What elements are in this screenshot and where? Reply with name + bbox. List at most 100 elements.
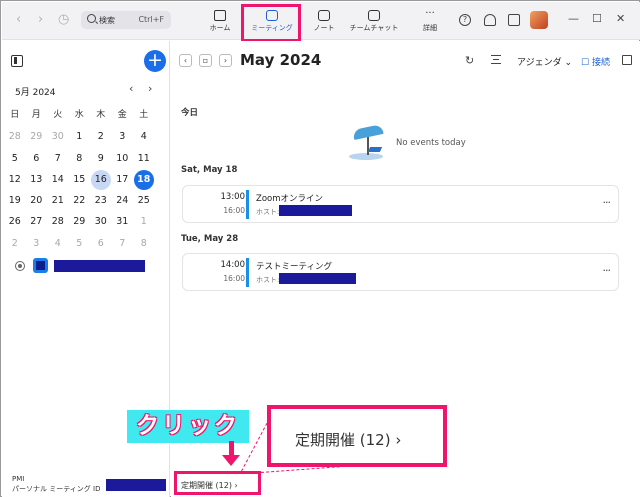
- prev-month-icon[interactable]: ‹: [129, 82, 133, 95]
- calendar-week: 26 27 28 29 30 31 1: [4, 211, 162, 232]
- sidebar-toggle-icon[interactable]: [11, 55, 23, 67]
- calendar-day[interactable]: 20: [26, 190, 48, 211]
- search-box[interactable]: 検索 Ctrl+F: [81, 11, 171, 29]
- calendar-day[interactable]: 5: [4, 148, 26, 169]
- search-placeholder: 検索: [99, 16, 115, 25]
- calendar-day[interactable]: 6: [90, 233, 112, 254]
- calendar-day[interactable]: 14: [47, 169, 69, 190]
- event-end-time: 16:00: [223, 274, 245, 283]
- view-selector[interactable]: アジェンダ ⌄: [517, 55, 572, 68]
- pmi-label: PMI: [12, 475, 25, 483]
- calendar-day-selected[interactable]: 16: [90, 169, 112, 190]
- event-title: Zoomオンライン: [256, 194, 324, 204]
- calendar-day[interactable]: 7: [47, 148, 69, 169]
- date-heading: Sat, May 18: [181, 165, 238, 175]
- calendar-week: 28 29 30 1 2 3 4: [4, 126, 162, 147]
- tab-more-label: 詳細: [423, 24, 437, 32]
- calendar-day[interactable]: 17: [112, 169, 134, 190]
- click-callout-label: クリック: [127, 410, 249, 443]
- more-options-icon[interactable]: ···: [603, 196, 611, 209]
- view-selector-label: アジェンダ: [517, 58, 562, 68]
- illustration-ground: [349, 153, 383, 160]
- event-card[interactable]: 14:00 16:00 テストミーティング ホスト: ···: [182, 253, 619, 291]
- next-period-icon[interactable]: ›: [219, 54, 232, 67]
- search-shortcut: Ctrl+F: [138, 15, 164, 24]
- help-icon[interactable]: ?: [459, 14, 471, 26]
- zoom-callout-text: 定期開催 (12) ›: [295, 431, 402, 449]
- forward-icon[interactable]: ›: [38, 12, 43, 27]
- next-month-icon[interactable]: ›: [148, 82, 152, 95]
- calendar-day[interactable]: 23: [90, 190, 112, 211]
- account-radio[interactable]: [15, 261, 25, 271]
- calendar-day[interactable]: 12: [4, 169, 26, 190]
- calendar-day[interactable]: 1: [133, 211, 155, 232]
- calendar-day[interactable]: 30: [47, 126, 69, 147]
- more-icon: ···: [425, 8, 435, 19]
- close-icon[interactable]: ✕: [616, 12, 625, 25]
- calendar-day[interactable]: 21: [47, 190, 69, 211]
- open-external-icon[interactable]: [622, 55, 632, 65]
- maximize-icon[interactable]: ☐: [592, 12, 602, 25]
- calendar-day[interactable]: 8: [133, 233, 155, 254]
- bell-icon[interactable]: [484, 14, 496, 26]
- refresh-icon[interactable]: ↻: [465, 54, 474, 67]
- calendar-day[interactable]: 13: [26, 169, 48, 190]
- home-icon: [214, 10, 226, 21]
- mini-calendar: 日 月 火 水 木 金 土 28 29 30 1 2 3 4 5 6 7 8 9…: [4, 105, 162, 254]
- weekday-label: 金: [117, 110, 127, 120]
- more-options-icon[interactable]: ···: [603, 264, 611, 277]
- calendar-day[interactable]: 15: [69, 169, 91, 190]
- calendar-day[interactable]: 25: [133, 190, 155, 211]
- calendar-day[interactable]: 3: [26, 233, 48, 254]
- calendar-day[interactable]: 10: [112, 148, 134, 169]
- calendar-day[interactable]: 30: [90, 211, 112, 232]
- calendar-day[interactable]: 11: [133, 148, 155, 169]
- calendar-day-today[interactable]: 18: [133, 169, 155, 190]
- calendar-day[interactable]: 29: [69, 211, 91, 232]
- calendar-day[interactable]: 8: [69, 148, 91, 169]
- tab-more[interactable]: ··· 詳細: [404, 6, 456, 36]
- calendar-day[interactable]: 5: [69, 233, 91, 254]
- weekday-label: 木: [96, 110, 106, 120]
- add-meeting-button[interactable]: +: [144, 50, 166, 72]
- minimize-icon[interactable]: —: [568, 12, 579, 25]
- calendar-day[interactable]: 22: [69, 190, 91, 211]
- calendar-day[interactable]: 9: [90, 148, 112, 169]
- month-title: May 2024: [240, 51, 322, 69]
- calendar-day[interactable]: 3: [112, 126, 134, 147]
- app-window: ‹ › ◷ 検索 Ctrl+F ホーム ミーティング ノート チームチャット ·…: [0, 0, 640, 497]
- whiteboard-icon[interactable]: [508, 14, 520, 26]
- tab-notes[interactable]: ノート: [298, 6, 350, 36]
- tab-home-label: ホーム: [209, 24, 231, 32]
- calendar-day[interactable]: 2: [90, 126, 112, 147]
- calendar-day[interactable]: 29: [26, 126, 48, 147]
- avatar[interactable]: [530, 11, 548, 29]
- calendar-day[interactable]: 7: [112, 233, 134, 254]
- connect-button[interactable]: ☐ 接続: [581, 55, 610, 68]
- tab-team-chat[interactable]: チームチャット: [348, 6, 400, 36]
- calendar-day[interactable]: 1: [69, 126, 91, 147]
- calendar-day[interactable]: 19: [4, 190, 26, 211]
- calendar-day-selected-label: 16: [90, 169, 111, 190]
- calendar-day[interactable]: 26: [4, 211, 26, 232]
- calendar-day[interactable]: 2: [4, 233, 26, 254]
- back-icon[interactable]: ‹: [16, 12, 21, 27]
- event-card[interactable]: 13:00 16:00 Zoomオンライン ホスト: ···: [182, 185, 619, 223]
- zoom-callout-label: 定期開催 (12): [295, 431, 391, 449]
- event-end-time: 16:00: [223, 206, 245, 215]
- calendar-day[interactable]: 28: [47, 211, 69, 232]
- filter-icon[interactable]: [491, 55, 501, 64]
- calendar-day[interactable]: 28: [4, 126, 26, 147]
- calendar-account-row[interactable]: [14, 258, 164, 274]
- prev-period-icon[interactable]: ‹: [179, 54, 192, 67]
- calendar-day[interactable]: 27: [26, 211, 48, 232]
- calendar-day[interactable]: 6: [26, 148, 48, 169]
- calendar-day[interactable]: 4: [47, 233, 69, 254]
- history-icon[interactable]: ◷: [58, 12, 69, 27]
- search-icon: [87, 14, 96, 23]
- calendar-day[interactable]: 24: [112, 190, 134, 211]
- tab-home[interactable]: ホーム: [194, 6, 246, 36]
- calendar-day[interactable]: 4: [133, 126, 155, 147]
- calendar-day[interactable]: 31: [112, 211, 134, 232]
- today-icon[interactable]: ▫: [199, 54, 212, 67]
